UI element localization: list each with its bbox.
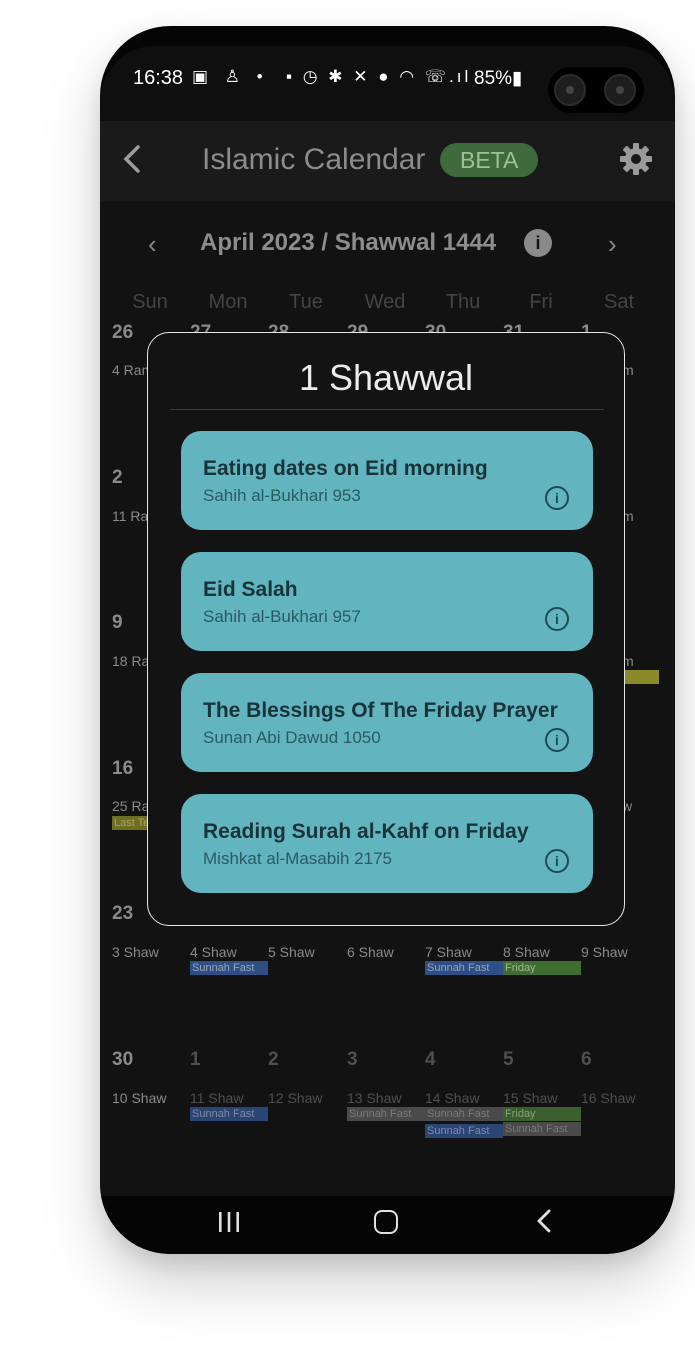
event-bar[interactable] xyxy=(622,670,659,684)
event-bar-sunnah-fast[interactable]: Sunnah Fast xyxy=(503,1122,581,1136)
event-bar-sunnah-fast[interactable]: Sunnah Fast xyxy=(347,1107,425,1121)
month-navigation: ‹ April 2023 / Shawwal 1444 i › xyxy=(100,221,675,271)
day-number[interactable]: 26 xyxy=(112,322,133,344)
day-number[interactable]: 2 xyxy=(268,1049,279,1071)
notification-icons: ▣ ♙ • xyxy=(192,67,269,86)
phone-frame: 16:38 ▣ ♙ • ▪ ◷ ✱ ✕ ● ◠ ☏.ıl 85%▮ Islami… xyxy=(100,26,675,1254)
day-number[interactable]: 6 xyxy=(581,1049,592,1071)
hijri-date: 4 Shaw xyxy=(190,944,237,960)
system-icons: ▪ ◷ ✱ ✕ ● ◠ ☏.ıl xyxy=(286,67,472,86)
hijri-date: 5 Shaw xyxy=(268,944,315,960)
camera-lens-icon xyxy=(554,74,586,106)
weekday-fri: Fri xyxy=(529,291,553,313)
divider xyxy=(170,409,604,410)
info-icon[interactable]: i xyxy=(545,607,569,631)
app-bar: Islamic Calendar BETA xyxy=(100,121,675,201)
day-number[interactable]: 5 xyxy=(503,1049,514,1071)
event-bar-sunnah-fast[interactable]: Sunnah Fast xyxy=(425,1124,503,1138)
weekday-mon: Mon xyxy=(208,291,248,313)
status-bar: 16:38 ▣ ♙ • ▪ ◷ ✱ ✕ ● ◠ ☏.ıl 85%▮ xyxy=(100,46,675,121)
card-source: Sahih al-Bukhari 953 xyxy=(203,486,361,505)
settings-button[interactable] xyxy=(618,141,654,177)
info-icon[interactable]: i xyxy=(545,486,569,510)
card-title: The Blessings Of The Friday Prayer xyxy=(203,699,558,722)
day-number[interactable]: 4 xyxy=(425,1049,436,1071)
weekday-thu: Thu xyxy=(445,291,481,313)
camera-cutout xyxy=(548,67,644,113)
hijri-date: 3 Shaw xyxy=(112,944,159,960)
hijri-date: 10 Shaw xyxy=(112,1090,167,1106)
camera-lens-icon xyxy=(604,74,636,106)
card-source: Mishkat al-Masabih 2175 xyxy=(203,849,392,868)
hijri-date: 11 Shaw xyxy=(190,1090,244,1106)
previous-month-button[interactable]: ‹ xyxy=(148,229,157,260)
card-title: Reading Surah al-Kahf on Friday xyxy=(203,820,529,843)
chevron-left-icon xyxy=(123,145,140,173)
hijri-date: 15 Shaw xyxy=(503,1090,558,1106)
hijri-date: 13 Shaw xyxy=(347,1090,402,1106)
weekday-tue: Tue xyxy=(289,291,323,313)
day-detail-dialog: 1 Shawwal Eating dates on Eid morning Sa… xyxy=(147,332,625,926)
next-month-button[interactable]: › xyxy=(608,229,617,260)
sunnah-card[interactable]: Reading Surah al-Kahf on Friday Mishkat … xyxy=(181,794,593,893)
info-icon[interactable]: i xyxy=(524,229,552,257)
hijri-date: 7 Shaw xyxy=(425,944,472,960)
card-source: Sahih al-Bukhari 957 xyxy=(203,607,361,626)
day-number[interactable]: 1 xyxy=(190,1049,201,1071)
month-title: April 2023 / Shawwal 1444 xyxy=(200,229,497,256)
event-bar-friday[interactable]: Friday xyxy=(503,1107,581,1121)
system-navigation-bar xyxy=(100,1196,675,1254)
weekday-sun: Sun xyxy=(132,291,168,313)
event-bar-sunnah-fast[interactable]: Sunnah Fast xyxy=(190,961,268,975)
sunnah-card[interactable]: Eating dates on Eid morning Sahih al-Buk… xyxy=(181,431,593,530)
day-number[interactable]: 23 xyxy=(112,903,133,925)
back-nav-button[interactable] xyxy=(534,1206,554,1243)
event-bar-friday[interactable]: Friday xyxy=(503,961,581,975)
gear-icon xyxy=(620,143,652,175)
card-title: Eating dates on Eid morning xyxy=(203,457,488,480)
sunnah-card[interactable]: The Blessings Of The Friday Prayer Sunan… xyxy=(181,673,593,772)
day-number[interactable]: 9 xyxy=(112,612,123,634)
event-bar-sunnah-fast[interactable]: Sunnah Fast xyxy=(190,1107,268,1121)
info-icon[interactable]: i xyxy=(545,728,569,752)
event-bar-sunnah-fast[interactable]: Sunnah Fast xyxy=(425,1107,503,1121)
battery-indicator: 85%▮ xyxy=(474,68,523,89)
card-source: Sunan Abi Dawud 1050 xyxy=(203,728,381,747)
status-time: 16:38 xyxy=(133,67,184,89)
hijri-date: 16 Shaw xyxy=(581,1090,636,1106)
day-number[interactable]: 2 xyxy=(112,467,123,489)
back-button[interactable] xyxy=(118,139,148,179)
weekday-sat: Sat xyxy=(603,291,635,313)
hijri-date: 14 Shaw xyxy=(425,1090,480,1106)
card-title: Eid Salah xyxy=(203,578,298,601)
info-icon[interactable]: i xyxy=(545,849,569,873)
chevron-left-icon xyxy=(537,1209,551,1233)
screen: 16:38 ▣ ♙ • ▪ ◷ ✱ ✕ ● ◠ ☏.ıl 85%▮ Islami… xyxy=(100,46,675,1254)
beta-badge: BETA xyxy=(440,143,539,177)
weekday-wed: Wed xyxy=(364,291,406,313)
app-title: Islamic Calendar xyxy=(202,143,426,176)
hijri-date: 12 Shaw xyxy=(268,1090,323,1106)
recent-apps-button[interactable] xyxy=(218,1210,240,1234)
home-button[interactable] xyxy=(374,1210,398,1234)
recents-icon xyxy=(219,1212,239,1232)
sunnah-card[interactable]: Eid Salah Sahih al-Bukhari 957 i xyxy=(181,552,593,651)
hijri-date: 9 Shaw xyxy=(581,944,628,960)
hijri-date: 6 Shaw xyxy=(347,944,394,960)
day-number[interactable]: 30 xyxy=(112,1049,133,1071)
dialog-title: 1 Shawwal xyxy=(298,357,474,398)
hijri-date: 8 Shaw xyxy=(503,944,550,960)
day-number[interactable]: 16 xyxy=(112,758,133,780)
event-bar-sunnah-fast[interactable]: Sunnah Fast xyxy=(425,961,503,975)
event-bar[interactable]: Last Ten xyxy=(112,816,147,830)
day-number[interactable]: 3 xyxy=(347,1049,358,1071)
